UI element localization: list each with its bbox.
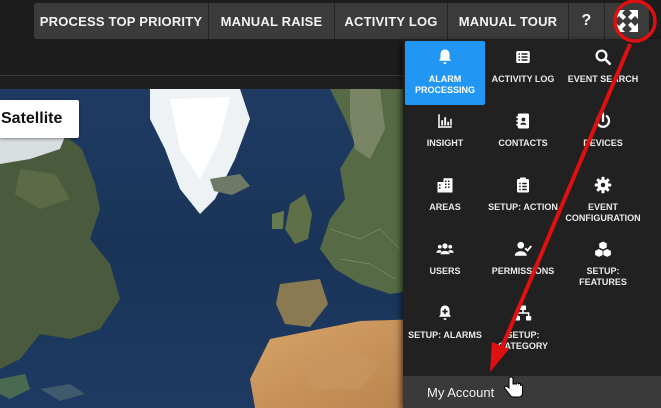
menu-item-label: CONTACTS [498, 138, 548, 148]
manual-raise-button[interactable]: MANUAL RAISE [209, 3, 335, 39]
menu-item-permissions[interactable]: PERMISSIONS [483, 233, 563, 297]
menu-item-setup-category[interactable]: SETUP: CATEGORY [483, 297, 563, 361]
manual-tour-button[interactable]: MANUAL TOUR [448, 3, 569, 39]
users-icon [436, 243, 454, 255]
menu-item-label: SETUP: CATEGORY [497, 330, 548, 351]
gear-icon [594, 176, 612, 194]
toolbar: PROCESS TOP PRIORITY MANUAL RAISE ACTIVI… [34, 3, 649, 39]
menu-item-label: USERS [429, 266, 461, 276]
menu-item-label: PERMISSIONS [491, 266, 555, 276]
app-window: PROCESS TOP PRIORITY MANUAL RAISE ACTIVI… [0, 0, 661, 408]
my-account-menu-item[interactable]: My Account [403, 376, 661, 408]
menu-item-label: ALARM PROCESSING [414, 74, 475, 95]
user-check-icon [514, 241, 532, 256]
bar-chart-icon [438, 114, 452, 128]
buildings-icon [437, 178, 453, 193]
menu-item-label: SETUP: ACTION [488, 202, 558, 212]
menu-item-users[interactable]: USERS [405, 233, 485, 297]
help-button[interactable]: ? [569, 3, 605, 39]
cubes-icon [595, 241, 611, 257]
activity-log-button[interactable]: ACTIVITY LOG [335, 3, 448, 39]
menu-item-devices[interactable]: DEVICES [563, 105, 643, 169]
contact-book-icon [516, 113, 529, 129]
menu-item-event-search[interactable]: EVENT SEARCH [563, 41, 643, 105]
menu-item-setup-action[interactable]: SETUP: ACTION [483, 169, 563, 233]
menu-item-label: INSIGHT [426, 138, 464, 148]
menu-item-label: SETUP: FEATURES [579, 266, 627, 287]
list-icon [516, 51, 530, 63]
power-icon [595, 112, 611, 128]
bell-icon [439, 49, 451, 65]
search-icon [595, 49, 612, 66]
menu-item-insight[interactable]: INSIGHT [405, 105, 485, 169]
bell-plus-icon [439, 305, 451, 321]
menu-item-label: ACTIVITY LOG [491, 74, 555, 84]
menu-item-setup-features[interactable]: SETUP: FEATURES [563, 233, 643, 297]
menu-item-label: AREAS [429, 202, 461, 212]
satellite-map-type-button[interactable]: Satellite [0, 100, 79, 138]
menu-item-label: SETUP: ALARMS [408, 330, 482, 340]
app-menu-dropdown: ALARM PROCESSING ACTIVITY LOG EVENT SEAR… [403, 39, 661, 408]
clipboard-icon [517, 177, 529, 193]
menu-item-label: EVENT SEARCH [567, 74, 639, 84]
menu-item-contacts[interactable]: CONTACTS [483, 105, 563, 169]
sitemap-icon [514, 305, 532, 321]
menu-item-label: EVENT CONFIGURATION [565, 202, 641, 223]
expand-menu-button[interactable] [605, 3, 649, 39]
process-top-priority-button[interactable]: PROCESS TOP PRIORITY [34, 3, 209, 39]
expand-arrows-icon [616, 10, 638, 32]
menu-item-alarm-processing[interactable]: ALARM PROCESSING [405, 41, 485, 105]
menu-item-activity-log[interactable]: ACTIVITY LOG [483, 41, 563, 105]
menu-item-event-configuration[interactable]: EVENT CONFIGURATION [563, 169, 643, 233]
menu-item-label: DEVICES [583, 138, 623, 148]
menu-item-setup-alarms[interactable]: SETUP: ALARMS [405, 297, 485, 361]
menu-item-areas[interactable]: AREAS [405, 169, 485, 233]
